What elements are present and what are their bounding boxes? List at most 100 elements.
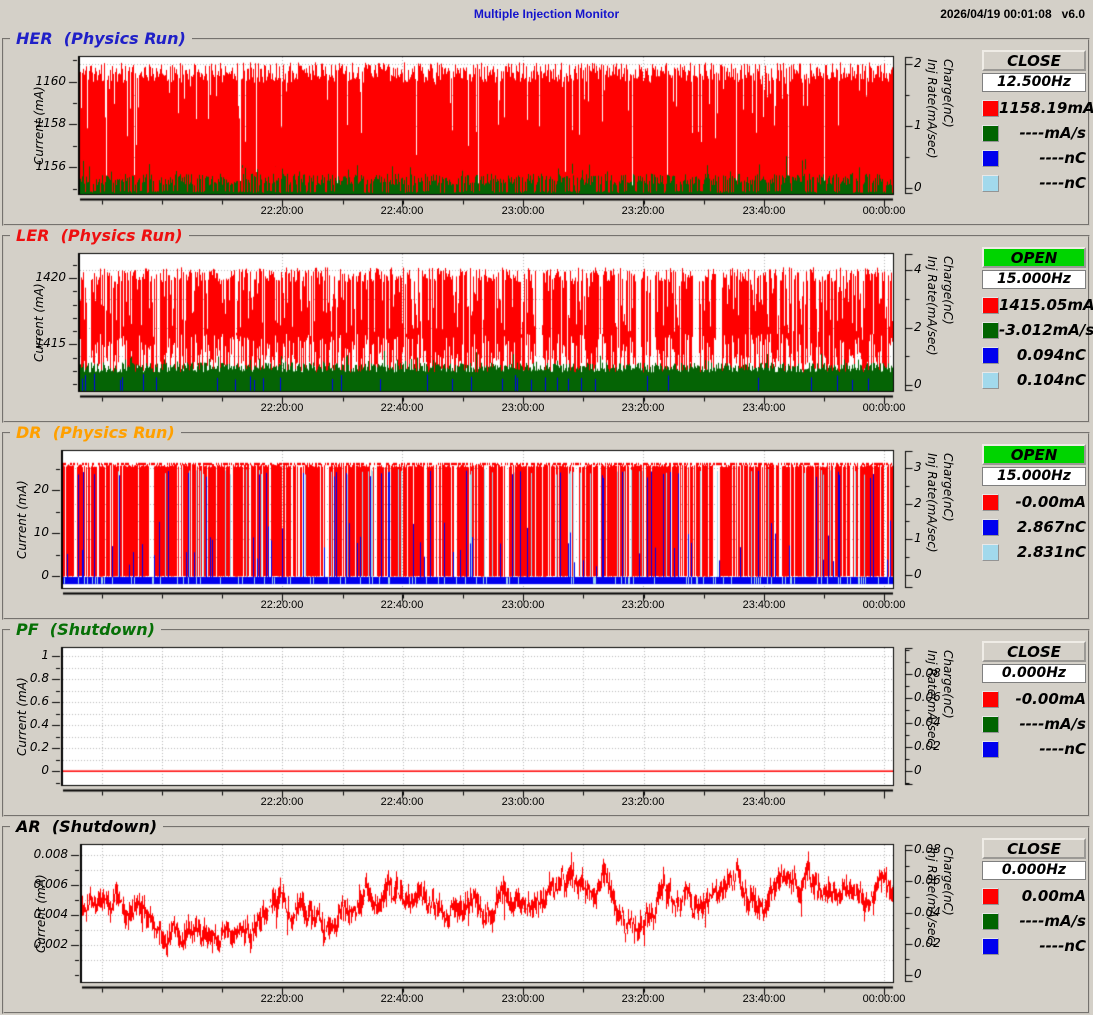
legend-swatch-charge1 xyxy=(982,150,999,167)
legend-swatch-charge1 xyxy=(982,347,999,364)
legend-value-charge1: ----nC xyxy=(1039,937,1086,955)
legend-value-rate: ----mA/s xyxy=(1019,912,1086,930)
shutter-button-pf[interactable]: CLOSE xyxy=(982,641,1086,662)
chart-canvas-ar xyxy=(50,842,930,1004)
y2-tick-label: 0 xyxy=(914,180,922,194)
legend-value-rate: ----mA/s xyxy=(1019,715,1086,733)
chart-canvas-ler xyxy=(50,251,930,413)
y2-tick-label: 0.08 xyxy=(914,666,941,680)
page-title: Multiple Injection Monitor xyxy=(473,7,620,21)
datetime-text: 2026/04/19 00:01:08 xyxy=(940,7,1052,21)
injection-rate-display: 15.000Hz xyxy=(982,270,1086,289)
legend-swatch-current xyxy=(982,494,999,511)
panel-title-pf: PF (Shutdown) xyxy=(10,620,161,639)
chart-canvas-dr xyxy=(50,448,930,610)
legend-ler: OPEN 15.000Hz 1415.05mA -3.012mA/s 0.094… xyxy=(982,247,1093,397)
legend-value-charge1: ----nC xyxy=(1039,149,1086,167)
legend-rows: -0.00mA 2.867nC 2.831nC xyxy=(982,494,1086,561)
panel-title-her: HER (Physics Run) xyxy=(10,29,192,48)
y-tick-label: 1160 xyxy=(35,74,66,88)
y2-tick-label: 1 xyxy=(914,118,922,132)
legend-swatch-charge2 xyxy=(982,372,999,389)
legend-value-current: -0.00mA xyxy=(1015,690,1086,708)
shutter-button-dr[interactable]: OPEN xyxy=(982,444,1086,465)
legend-pf: CLOSE 0.000Hz -0.00mA ----mA/s ----nC xyxy=(982,641,1086,766)
x-tick-label: 23:00:00 xyxy=(501,402,545,414)
legend-row: 0.094nC xyxy=(982,347,1086,364)
legend-dr: OPEN 15.000Hz -0.00mA 2.867nC 2.831nC xyxy=(982,444,1086,569)
legend-value-rate: ----mA/s xyxy=(1019,124,1086,142)
y2-tick-label: 0 xyxy=(914,763,922,777)
x-tick-label: 22:20:00 xyxy=(260,402,304,414)
shutter-button-her[interactable]: CLOSE xyxy=(982,50,1086,71)
y2-tick-label: 0.06 xyxy=(914,873,941,887)
y-tick-label: 0.8 xyxy=(29,671,49,685)
y2-tick-label: 0.04 xyxy=(914,905,941,919)
shutter-button-ar[interactable]: CLOSE xyxy=(982,838,1086,859)
y2-tick-label: 0.06 xyxy=(914,690,941,704)
legend-value-current: 0.00mA xyxy=(1021,887,1086,905)
x-tick-label: 22:20:00 xyxy=(260,599,304,611)
x-tick-label: 22:20:00 xyxy=(260,796,304,808)
legend-row: 1415.05mA xyxy=(982,297,1093,314)
y2-tick-label: 0.02 xyxy=(914,936,941,950)
legend-value-current: 1415.05mA xyxy=(999,296,1093,314)
legend-row: 1158.19mA xyxy=(982,100,1093,117)
y-tick-label: 0.6 xyxy=(29,694,49,708)
x-tick-label: 23:40:00 xyxy=(742,402,786,414)
y-tick-label: 1420 xyxy=(35,270,66,284)
y2-tick-label: 0 xyxy=(914,567,922,581)
x-tick-label: 23:20:00 xyxy=(621,205,665,217)
legend-swatch-charge2 xyxy=(982,544,999,561)
panel-title-ler: LER (Physics Run) xyxy=(10,226,189,245)
legend-swatch-rate xyxy=(982,913,999,930)
legend-swatch-current xyxy=(982,297,999,314)
x-tick-label: 23:00:00 xyxy=(501,599,545,611)
legend-rows: 1415.05mA -3.012mA/s 0.094nC 0.104nC xyxy=(982,297,1093,389)
x-tick-label: 00:00:00 xyxy=(862,993,906,1005)
chart-canvas-her xyxy=(50,54,930,216)
version-text: v6.0 xyxy=(1061,7,1085,21)
legend-value-current: -0.00mA xyxy=(1015,493,1086,511)
panels-container: HER (Physics Run) Current (mA) Charge(nC… xyxy=(0,29,1093,1015)
y2-tick-label: 0.04 xyxy=(914,715,941,729)
x-tick-label: 23:00:00 xyxy=(501,205,545,217)
y-tick-label: 0.2 xyxy=(29,740,49,754)
y2-tick-label: 0 xyxy=(914,377,922,391)
legend-swatch-charge1 xyxy=(982,519,999,536)
injection-rate-display: 15.000Hz xyxy=(982,467,1086,486)
panel-pf: PF (Shutdown) Current (mA) Charge(nC) In… xyxy=(0,620,1093,818)
legend-row: ----nC xyxy=(982,175,1086,192)
legend-row: ----nC xyxy=(982,150,1086,167)
legend-swatch-rate xyxy=(982,716,999,733)
legend-row: 0.104nC xyxy=(982,372,1086,389)
legend-value-charge2: ----nC xyxy=(1039,174,1086,192)
legend-row: -3.012mA/s xyxy=(982,322,1093,339)
legend-row: -0.00mA xyxy=(982,494,1086,511)
panel-her: HER (Physics Run) Current (mA) Charge(nC… xyxy=(0,29,1093,227)
panel-ar: AR (Shutdown) Current (mA) Charge(nC) In… xyxy=(0,817,1093,1015)
y-tick-label: 0.008 xyxy=(33,847,68,861)
y2-tick-label: 2 xyxy=(914,496,922,510)
injection-rate-display: 12.500Hz xyxy=(982,73,1086,92)
y-tick-label: 0.4 xyxy=(29,717,49,731)
legend-value-charge2: 0.104nC xyxy=(1016,371,1086,389)
x-tick-label: 23:40:00 xyxy=(742,796,786,808)
legend-rows: -0.00mA ----mA/s ----nC xyxy=(982,691,1086,758)
legend-ar: CLOSE 0.000Hz 0.00mA ----mA/s ----nC xyxy=(982,838,1086,963)
y2-tick-label: 4 xyxy=(914,262,922,276)
y-tick-label: 0 xyxy=(41,568,49,582)
legend-swatch-rate xyxy=(982,125,999,142)
y-tick-label: 1 xyxy=(41,648,49,662)
y-tick-label: 0.006 xyxy=(33,877,68,891)
legend-swatch-charge1 xyxy=(982,938,999,955)
legend-swatch-current xyxy=(982,100,999,117)
x-tick-label: 23:40:00 xyxy=(742,599,786,611)
y2-tick-label: 1 xyxy=(914,531,922,545)
x-tick-label: 23:40:00 xyxy=(742,205,786,217)
injection-rate-display: 0.000Hz xyxy=(982,664,1086,683)
legend-row: 2.831nC xyxy=(982,544,1086,561)
shutter-button-ler[interactable]: OPEN xyxy=(982,247,1086,268)
y2-tick-label: 3 xyxy=(914,460,922,474)
panel-title-dr: DR (Physics Run) xyxy=(10,423,181,442)
